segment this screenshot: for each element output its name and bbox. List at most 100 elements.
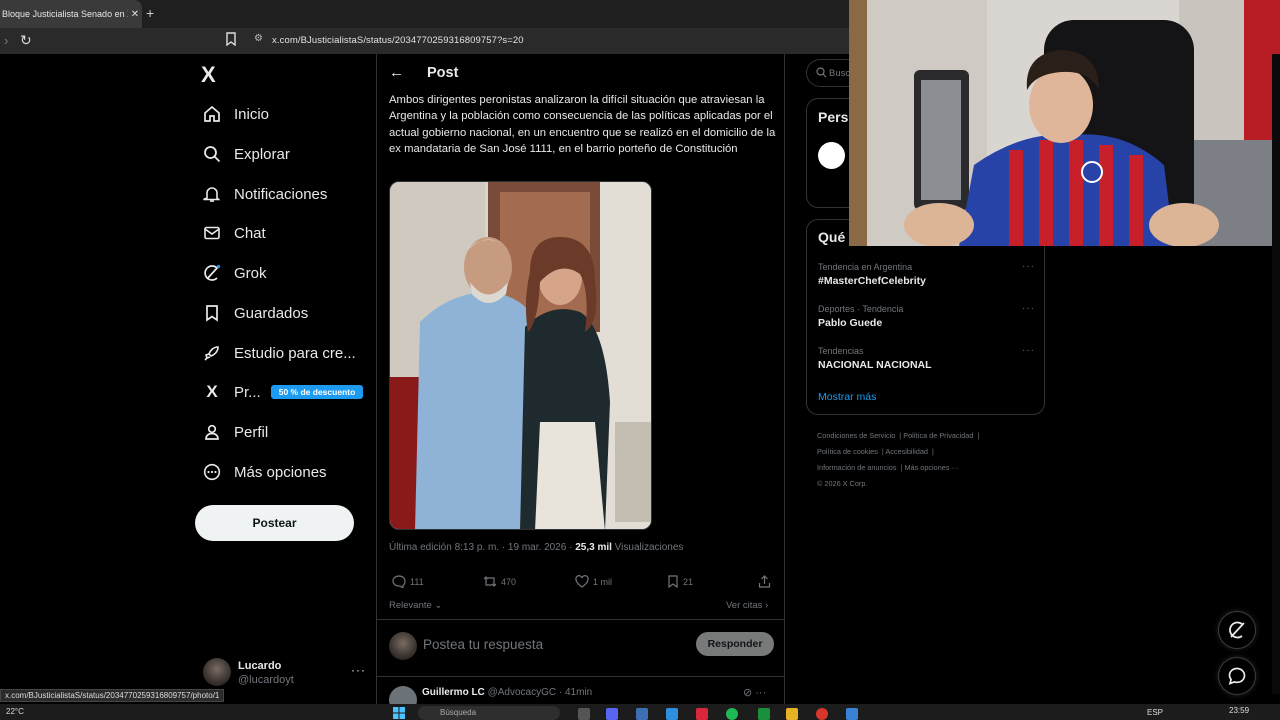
footer-link[interactable]: Condiciones de Servicio: [817, 431, 895, 440]
nav-notifications[interactable]: Notificaciones: [201, 179, 327, 209]
comment-more-icon[interactable]: ⊘ ···: [743, 686, 766, 699]
sort-replies-dropdown[interactable]: Relevante ⌄: [389, 600, 442, 611]
comment-author[interactable]: Guillermo LC: [422, 687, 485, 698]
nav-premium[interactable]: X Pr...: [201, 377, 260, 407]
mail-icon: [201, 222, 223, 244]
nav-more-options[interactable]: Más opciones: [201, 457, 327, 487]
heart-icon: [575, 575, 589, 588]
nav-label: Estudio para cre...: [234, 344, 356, 362]
x-premium-icon: X: [206, 382, 218, 401]
account-name[interactable]: Lucardo: [238, 660, 281, 672]
reply-action[interactable]: 111: [392, 575, 424, 588]
trend-item[interactable]: NACIONAL NACIONAL: [818, 359, 932, 371]
taskbar-search[interactable]: Búsqueda: [418, 706, 560, 720]
discord-icon[interactable]: [606, 708, 618, 720]
nav-label: Notificaciones: [234, 185, 328, 203]
account-more-icon[interactable]: ···: [351, 663, 366, 677]
x-logo[interactable]: X: [201, 62, 216, 88]
person-icon: [201, 421, 223, 443]
footer-link[interactable]: Más opciones ···: [904, 463, 958, 472]
reply-input[interactable]: Postea tu respuesta: [423, 637, 543, 652]
app-icon[interactable]: [758, 708, 770, 720]
nav-label: Perfil: [234, 423, 269, 441]
app-icon[interactable]: [666, 708, 678, 720]
task-view-icon[interactable]: [578, 708, 590, 720]
comment-time: · 41min: [556, 687, 593, 698]
footer-link[interactable]: Política de cookies: [817, 447, 878, 456]
views-label: Visualizaciones: [611, 542, 684, 553]
reply-count: 111: [410, 576, 424, 587]
discount-badge[interactable]: 50 % de descuento: [271, 385, 363, 399]
nav-home[interactable]: Inicio: [201, 99, 269, 129]
nav-explore[interactable]: Explorar: [201, 139, 290, 169]
url-field[interactable]: x.com/BJusticialistaS/status/20347702593…: [272, 35, 524, 46]
nav-grok[interactable]: Grok: [201, 258, 267, 288]
app-icon[interactable]: [846, 708, 858, 720]
chrome-icon[interactable]: [816, 708, 828, 720]
grok-fab[interactable]: [1218, 611, 1256, 649]
view-quotes-link[interactable]: Ver citas ›: [726, 600, 768, 611]
post-photo[interactable]: [389, 181, 652, 530]
trend-item[interactable]: #MasterChefCelebrity: [818, 275, 926, 287]
grok-icon: [1229, 621, 1245, 639]
app-icon[interactable]: [696, 708, 708, 720]
comment-handle: @AdvocacyGC: [487, 687, 557, 698]
bookmark-icon: [668, 575, 678, 588]
reload-icon[interactable]: ↻: [20, 32, 32, 49]
browser-tab[interactable]: Bloque Justicialista Senado en X ✕: [0, 0, 142, 28]
comment-header: Guillermo LC @AdvocacyGC · 41min: [422, 687, 592, 698]
nav-profile[interactable]: Perfil: [201, 417, 268, 447]
more-icon[interactable]: ···: [1022, 303, 1035, 314]
spotify-icon[interactable]: [726, 708, 738, 720]
reply-icon: [392, 575, 406, 588]
quotes-label: Ver citas: [726, 600, 763, 611]
views-count: 25,3 mil: [575, 542, 612, 553]
page-title: Post: [427, 65, 459, 81]
windows-start-icon[interactable]: [393, 707, 405, 719]
like-action[interactable]: 1 mil: [575, 575, 612, 588]
clock[interactable]: 23:59: [1229, 706, 1249, 715]
tab-title: Bloque Justicialista Senado en X: [2, 9, 128, 19]
avatar[interactable]: [203, 658, 231, 686]
bell-icon: [201, 183, 223, 205]
folder-icon[interactable]: [786, 708, 798, 720]
site-info-icon[interactable]: ⚙: [254, 33, 263, 44]
scrollbar[interactable]: [1272, 54, 1280, 694]
card-title: Qué: [818, 229, 846, 245]
repost-action[interactable]: 470: [483, 575, 516, 588]
post-button[interactable]: Postear: [195, 505, 354, 541]
search-icon: [816, 67, 827, 78]
repost-icon: [483, 576, 497, 587]
share-action[interactable]: [758, 575, 775, 588]
app-icon[interactable]: [636, 708, 648, 720]
footer-link[interactable]: Información de anuncios: [817, 463, 897, 472]
footer-link[interactable]: Accesibilidad: [885, 447, 928, 456]
forward-icon[interactable]: ›: [4, 33, 8, 48]
show-more-link[interactable]: Mostrar más: [818, 391, 876, 403]
nav-label: Más opciones: [234, 463, 327, 481]
new-tab-button[interactable]: +: [146, 5, 154, 21]
more-icon[interactable]: ···: [1022, 345, 1035, 356]
taskbar: 22°C Búsqueda ESP 23:59: [0, 704, 1280, 720]
weather-widget[interactable]: 22°C: [6, 707, 24, 716]
nav-creator-studio[interactable]: Estudio para cre...: [201, 338, 356, 368]
card-title: Pers: [818, 109, 849, 125]
bookmark-page-icon[interactable]: [226, 32, 236, 46]
back-arrow-icon[interactable]: ←: [389, 64, 404, 81]
messages-fab[interactable]: [1218, 657, 1256, 695]
avatar[interactable]: [818, 142, 845, 169]
footer-link[interactable]: Política de Privacidad: [903, 431, 973, 440]
tab-close-icon[interactable]: ✕: [128, 9, 142, 20]
reply-button[interactable]: Responder: [696, 632, 774, 656]
bookmark-action[interactable]: 21: [667, 575, 693, 588]
bookmark-count: 21: [683, 576, 694, 587]
trend-item[interactable]: Pablo Guede: [818, 317, 882, 329]
edit-timestamp: Última edición 8:13 p. m. · 19 mar. 2026…: [389, 542, 576, 553]
language-indicator[interactable]: ESP: [1147, 708, 1163, 717]
nav-bookmarks[interactable]: Guardados: [201, 298, 308, 328]
trend-meta: Tendencias: [818, 346, 864, 356]
webcam-overlay: [849, 0, 1280, 246]
nav-chat[interactable]: Chat: [201, 218, 266, 248]
link-preview-status: x.com/BJusticialistaS/status/20347702593…: [0, 689, 225, 702]
more-icon[interactable]: ···: [1022, 261, 1035, 272]
